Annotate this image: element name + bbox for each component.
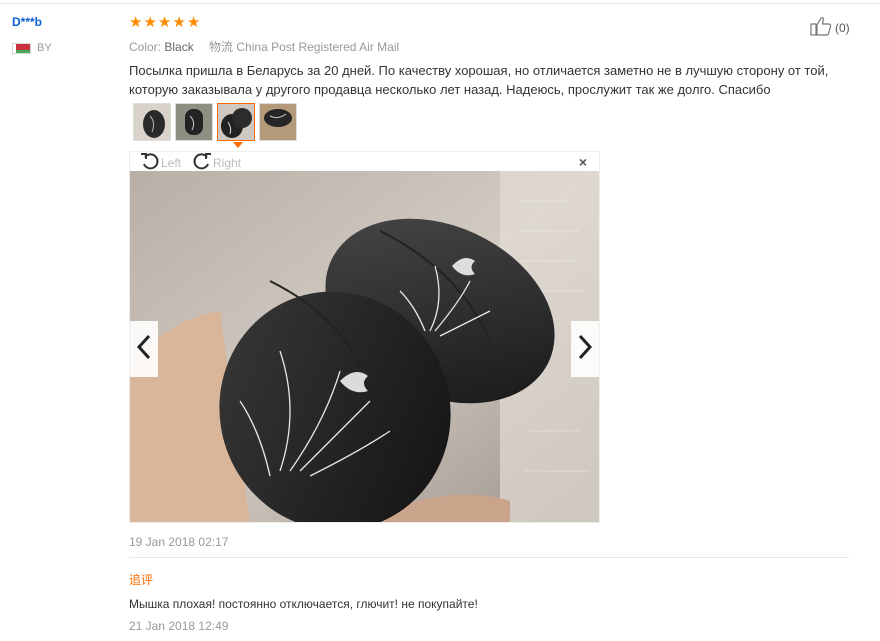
helpful-count: (0)	[835, 20, 850, 35]
rotate-right-button[interactable]: Right	[192, 152, 241, 173]
previous-photo-button[interactable]	[130, 321, 158, 377]
shipping-label: 物流	[209, 40, 234, 54]
star-icon: ★	[186, 14, 201, 31]
chevron-right-icon	[577, 334, 593, 365]
reviewer-country: BY	[12, 42, 52, 54]
close-viewer-button[interactable]: ×	[579, 154, 587, 170]
top-divider	[0, 3, 880, 4]
star-icon: ★	[157, 14, 172, 31]
star-icon: ★	[172, 14, 186, 31]
rotate-left-button[interactable]: Left	[140, 152, 181, 173]
additional-feedback-text: Мышка плохая! постоянно отключается, глю…	[129, 597, 478, 611]
thumbs-up-icon	[810, 16, 832, 39]
viewer-toolbar: Left Right ×	[130, 152, 599, 171]
color-value: Black	[164, 40, 194, 54]
helpful-button[interactable]: (0)	[810, 16, 850, 39]
order-info: Color: Black 物流 China Post Registered Ai…	[129, 38, 399, 55]
rotate-right-icon	[192, 152, 212, 173]
country-code: BY	[37, 42, 52, 54]
star-rating: ★ ★ ★ ★ ★	[129, 15, 200, 30]
photo-viewer: Left Right ×	[129, 151, 600, 523]
section-divider	[129, 557, 849, 558]
belarus-flag-icon	[12, 42, 31, 54]
shipping-value: China Post Registered Air Mail	[236, 40, 400, 54]
additional-feedback-label: 追评	[129, 573, 154, 587]
photo-thumbnails	[133, 103, 297, 141]
review-photo	[130, 171, 599, 522]
next-photo-button[interactable]	[571, 321, 599, 377]
rotate-left-label: Left	[161, 155, 182, 170]
photo-thumbnail[interactable]	[175, 103, 213, 141]
star-icon: ★	[143, 14, 157, 31]
selected-thumb-indicator	[233, 142, 243, 148]
photo-thumbnail[interactable]	[259, 103, 297, 141]
review-date: 19 Jan 2018 02:17	[129, 535, 229, 549]
star-icon: ★	[129, 14, 143, 31]
photo-thumbnail[interactable]	[133, 103, 171, 141]
rotate-right-label: Right	[213, 155, 242, 170]
reviewer-name[interactable]: D***b	[12, 15, 42, 29]
photo-thumbnail-selected[interactable]	[217, 103, 255, 141]
rotate-left-icon	[140, 152, 160, 173]
additional-feedback-date: 21 Jan 2018 12:49	[129, 619, 229, 633]
review-text: Посылка пришла в Беларусь за 20 дней. По…	[129, 63, 829, 97]
chevron-left-icon	[136, 334, 152, 365]
color-label: Color:	[129, 40, 162, 54]
